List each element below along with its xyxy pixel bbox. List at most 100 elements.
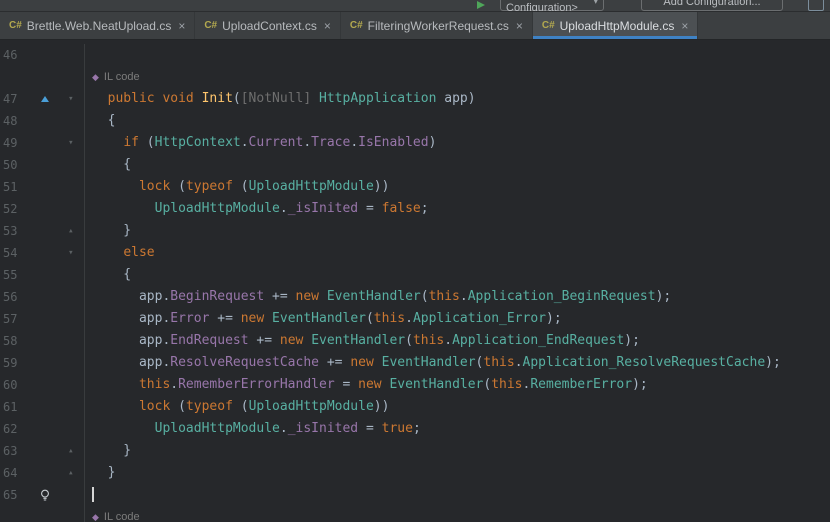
ide-window: <No Configuration> ▾ Add Configuration..… — [0, 0, 830, 522]
il-code-icon: ◆ — [92, 73, 99, 83]
run-config-toolbar: <No Configuration> ▾ Add Configuration..… — [0, 0, 830, 12]
line-number: 46 — [3, 48, 18, 62]
code-row: 52 UploadHttpModule._isInited = false; — [0, 198, 830, 220]
fold-marker[interactable]: ▾ — [58, 242, 84, 264]
code-line[interactable]: app.BeginRequest += new EventHandler(thi… — [85, 286, 671, 308]
line-number: 64 — [3, 466, 18, 480]
code-row: 49 ▾ if (HttpContext.Current.Trace.IsEnab… — [0, 132, 830, 154]
il-code-inlay[interactable]: ◆ IL code — [85, 66, 140, 88]
code-row: 58 app.EndRequest += new EventHandler(th… — [0, 330, 830, 352]
code-line[interactable]: } — [85, 462, 116, 484]
line-number: 60 — [3, 378, 18, 392]
code-line[interactable]: public void Init([NotNull] HttpApplicati… — [85, 88, 476, 110]
code-row: 51 lock (typeof (UploadHttpModule)) — [0, 176, 830, 198]
gutter — [0, 66, 85, 88]
fold-marker — [58, 176, 84, 198]
editor[interactable]: 46 ◆ IL code 47 ▾ public void Init([NotNull]… — [0, 40, 830, 522]
fold-marker — [58, 286, 84, 308]
gutter: 51 — [0, 176, 85, 198]
code-line[interactable]: UploadHttpModule._isInited = true; — [85, 418, 421, 440]
gutter: 47 ▾ — [0, 88, 85, 110]
line-number: 54 — [3, 246, 18, 260]
code-line[interactable]: lock (typeof (UploadHttpModule)) — [85, 176, 389, 198]
tab-uploadhttpmodule-cs[interactable]: C# UploadHttpModule.cs × — [532, 12, 699, 39]
fold-marker[interactable]: ▴ — [58, 462, 84, 484]
gutter: 48 — [0, 110, 85, 132]
code-line[interactable]: app.ResolveRequestCache += new EventHand… — [85, 352, 781, 374]
gutter: 65 — [0, 484, 85, 506]
line-number: 61 — [3, 400, 18, 414]
code-line[interactable] — [85, 484, 94, 506]
gutter: 53 ▴ — [0, 220, 85, 242]
gutter — [0, 506, 85, 522]
code-line[interactable]: } — [85, 440, 131, 462]
fold-marker — [58, 352, 84, 374]
il-code-label[interactable]: IL code — [104, 71, 140, 83]
code-line[interactable]: { — [85, 110, 116, 132]
tab-close-icon[interactable]: × — [681, 19, 688, 33]
tab-close-icon[interactable]: × — [324, 19, 331, 33]
tab-uploadcontext-cs[interactable]: C# UploadContext.cs × — [195, 12, 341, 39]
csharp-file-icon: C# — [541, 20, 555, 31]
line-number — [0, 66, 32, 88]
toolbar-corner-icon[interactable] — [808, 0, 824, 11]
code-line[interactable]: } — [85, 220, 131, 242]
code-line[interactable]: { — [85, 154, 131, 176]
il-inlay-row: ◆ IL code — [0, 66, 830, 88]
tab-close-icon[interactable]: × — [516, 19, 523, 33]
tab-close-icon[interactable]: × — [178, 19, 185, 33]
gutter: 59 — [0, 352, 85, 374]
bookmark-arrow-icon — [40, 96, 49, 102]
tab-bar: C# Brettle.Web.NeatUpload.cs × C# UploadCont… — [0, 12, 830, 40]
code-line[interactable]: if (HttpContext.Current.Trace.IsEnabled) — [85, 132, 436, 154]
code-line[interactable]: this.RememberErrorHandler = new EventHan… — [85, 374, 648, 396]
code-line[interactable]: UploadHttpModule._isInited = false; — [85, 198, 429, 220]
gutter: 57 — [0, 308, 85, 330]
csharp-file-icon: C# — [204, 20, 218, 31]
code-line[interactable]: app.EndRequest += new EventHandler(this.… — [85, 330, 640, 352]
fold-marker[interactable]: ▾ — [58, 88, 84, 110]
code-line[interactable]: { — [85, 264, 131, 286]
code-row: 64 ▴ } — [0, 462, 830, 484]
code-line[interactable] — [85, 44, 92, 66]
line-number: 50 — [3, 158, 18, 172]
line-number — [0, 506, 32, 522]
code-row: 62 UploadHttpModule._isInited = true; — [0, 418, 830, 440]
tab-brettle-web-neatupload-cs[interactable]: C# Brettle.Web.NeatUpload.cs × — [0, 12, 196, 39]
code-row: 63 ▴ } — [0, 440, 830, 462]
run-config-dropdown[interactable]: <No Configuration> ▾ — [500, 0, 604, 11]
add-configuration-button[interactable]: Add Configuration... — [641, 0, 783, 11]
il-code-inlay[interactable]: ◆ IL code — [85, 506, 140, 522]
gutter: 54 ▾ — [0, 242, 85, 264]
code-row: 60 this.RememberErrorHandler = new Event… — [0, 374, 830, 396]
fold-marker — [58, 154, 84, 176]
tab-label: Brettle.Web.NeatUpload.cs — [26, 18, 172, 33]
line-number: 49 — [3, 136, 18, 150]
line-number: 52 — [3, 202, 18, 216]
gutter: 56 — [0, 286, 85, 308]
gutter: 64 ▴ — [0, 462, 85, 484]
code-row: 46 — [0, 44, 830, 66]
code-line[interactable]: app.Error += new EventHandler(this.Appli… — [85, 308, 562, 330]
code-line[interactable]: lock (typeof (UploadHttpModule)) — [85, 396, 389, 418]
text-caret — [92, 487, 94, 502]
lightbulb-icon[interactable] — [39, 489, 51, 502]
fold-marker — [58, 66, 84, 88]
line-number: 48 — [3, 114, 18, 128]
fold-marker — [58, 418, 84, 440]
il-code-label[interactable]: IL code — [104, 511, 140, 522]
line-number: 47 — [3, 92, 18, 106]
fold-marker[interactable]: ▴ — [58, 440, 84, 462]
line-number: 65 — [3, 488, 18, 502]
line-number: 55 — [3, 268, 18, 282]
code-line[interactable]: else — [85, 242, 154, 264]
fold-marker[interactable]: ▴ — [58, 220, 84, 242]
fold-marker[interactable]: ▾ — [58, 132, 84, 154]
tab-filteringworkerrequest-cs[interactable]: C# FilteringWorkerRequest.cs × — [341, 12, 533, 39]
fold-marker — [58, 44, 84, 66]
gutter: 58 — [0, 330, 85, 352]
line-number: 62 — [3, 422, 18, 436]
code-row: 47 ▾ public void Init([NotNull] HttpAppli… — [0, 88, 830, 110]
run-icon[interactable] — [477, 1, 485, 9]
fold-marker — [58, 264, 84, 286]
